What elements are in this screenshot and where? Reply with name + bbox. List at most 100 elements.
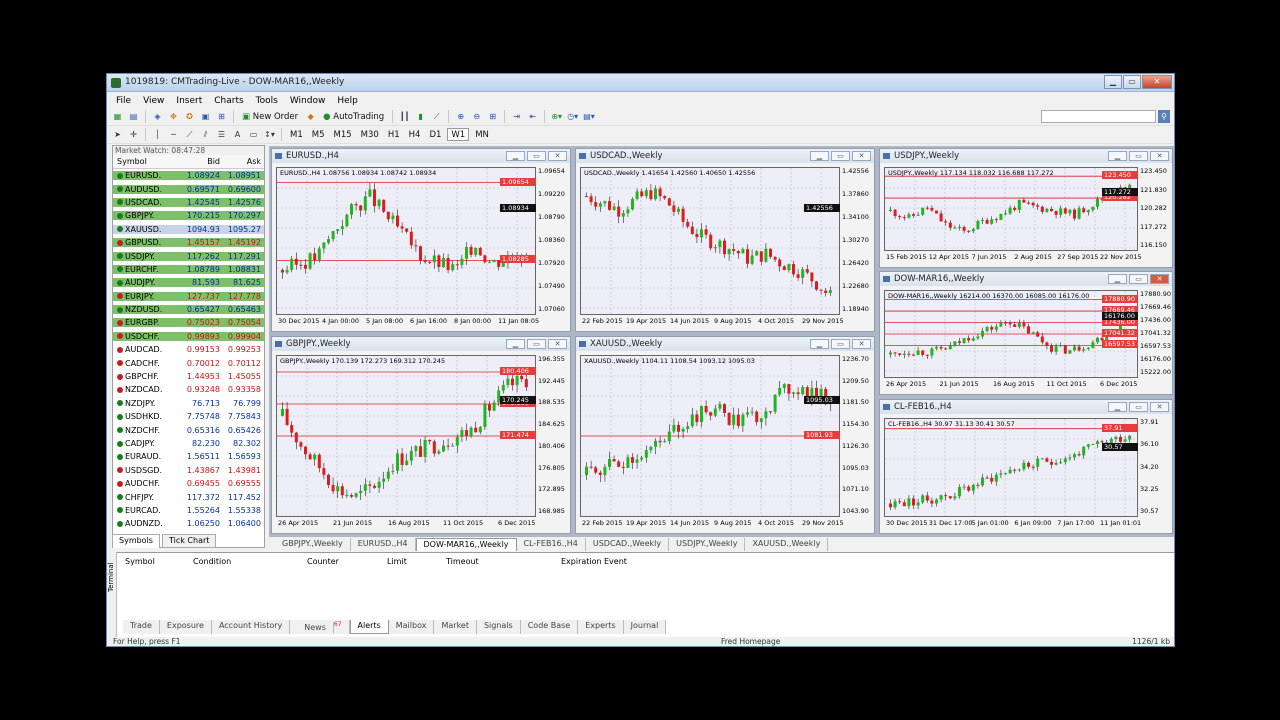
market-watch-row[interactable]: AUDCAD. 0.99153 0.99253 (113, 343, 264, 356)
chart-maximize-button[interactable]: ▭ (1129, 274, 1148, 284)
chart-window[interactable]: DOW-MAR16,,Weekly ▁ ▭ ✕ DOW-MAR16,,Weekly … (879, 271, 1173, 395)
market-watch-row[interactable]: EURCHF. 1.08789 1.08831 (113, 263, 264, 276)
tf-w1[interactable]: W1 (447, 128, 470, 141)
chart-minimize-button[interactable]: ▁ (810, 151, 829, 161)
market-watch-row[interactable]: GBPJPY. 170.215 170.297 (113, 209, 264, 222)
minimize-button[interactable]: ▁ (1104, 75, 1122, 89)
chart-minimize-button[interactable]: ▁ (506, 151, 525, 161)
chart-tab[interactable]: EURUSD.,H4 (351, 538, 416, 551)
label-icon[interactable]: ▭ (247, 128, 260, 141)
chart-close-button[interactable]: ✕ (852, 151, 871, 161)
chart-window[interactable]: GBPJPY.,Weekly ▁ ▭ ✕ GBPJPY.,Weekly 170.13… (271, 336, 571, 534)
navigator-icon[interactable]: ✪ (183, 110, 196, 123)
market-watch-row[interactable]: NZDCAD. 0.93248 0.93358 (113, 383, 264, 396)
market-watch-row[interactable]: USDJPY. 117.262 117.291 (113, 249, 264, 262)
chart-window[interactable]: USDCAD.,Weekly ▁ ▭ ✕ USDCAD.,Weekly 1.4165… (575, 148, 875, 332)
horizontal-line-icon[interactable]: ─ (167, 128, 180, 141)
chart-window[interactable]: CL-FEB16.,H4 ▁ ▭ ✕ CL-FEB16.,H4 30.97 31.1… (879, 399, 1173, 534)
term-col-timeout[interactable]: Timeout (446, 557, 479, 566)
periods-icon[interactable]: ◷▾ (566, 110, 579, 123)
trendline-icon[interactable]: ⟋ (183, 128, 196, 141)
chart-plot[interactable]: EURUSD.,H4 1.08756 1.08934 1.08742 1.089… (276, 167, 536, 315)
tf-m30[interactable]: M30 (358, 128, 382, 141)
tf-m1[interactable]: M1 (287, 128, 306, 141)
menu-file[interactable]: File (110, 96, 137, 106)
tf-m15[interactable]: M15 (331, 128, 355, 141)
chart-window[interactable]: EURUSD.,H4 ▁ ▭ ✕ EURUSD.,H4 1.08756 1.0893… (271, 148, 571, 332)
chart-tab[interactable]: USDCAD.,Weekly (586, 538, 670, 551)
col-symbol[interactable]: Symbol (113, 157, 181, 166)
market-watch-row[interactable]: EURCAD. 1.55264 1.55338 (113, 504, 264, 517)
tf-d1[interactable]: D1 (426, 128, 444, 141)
chart-close-button[interactable]: ✕ (1150, 151, 1169, 161)
market-watch-row[interactable]: EURGBP. 0.75023 0.75054 (113, 316, 264, 329)
chart-window-title[interactable]: GBPJPY.,Weekly ▁ ▭ ✕ (272, 337, 570, 351)
term-col-counter[interactable]: Counter (307, 557, 339, 566)
chart-minimize-button[interactable]: ▁ (1108, 151, 1127, 161)
tab-alerts[interactable]: Alerts (349, 620, 389, 634)
chart-plot[interactable]: XAUUSD.,Weekly 1104.11 1108.54 1093.12 1… (580, 355, 840, 517)
tf-h1[interactable]: H1 (385, 128, 403, 141)
market-watch-row[interactable]: AUDJPY. 81.593 81.625 (113, 276, 264, 289)
chart-plot[interactable]: GBPJPY.,Weekly 170.139 172.273 169.312 1… (276, 355, 536, 517)
chart-plot[interactable]: USDJPY.,Weekly 117.134 118.032 116.688 1… (884, 167, 1138, 251)
templates-icon[interactable]: ▤▾ (582, 110, 596, 123)
chart-maximize-button[interactable]: ▭ (1129, 402, 1148, 412)
chart-close-button[interactable]: ✕ (1150, 274, 1169, 284)
chart-maximize-button[interactable]: ▭ (527, 151, 546, 161)
market-watch-row[interactable]: EURAUD. 1.56511 1.56593 (113, 450, 264, 463)
chart-window-title[interactable]: USDJPY.,Weekly ▁ ▭ ✕ (880, 149, 1172, 163)
chart-window-title[interactable]: DOW-MAR16,,Weekly ▁ ▭ ✕ (880, 272, 1172, 286)
bar-chart-icon[interactable]: ┃┃ (398, 110, 411, 123)
market-watch-row[interactable]: EURJPY. 127.737 127.778 (113, 290, 264, 303)
tab-news[interactable]: News 67 (290, 620, 350, 634)
autotrading-button[interactable]: ● AutoTrading (320, 110, 387, 123)
tab-exposure[interactable]: Exposure (159, 620, 212, 634)
chart-close-button[interactable]: ✕ (1150, 402, 1169, 412)
chart-window-title[interactable]: XAUUSD.,Weekly ▁ ▭ ✕ (576, 337, 874, 351)
zoom-in-icon[interactable]: ⊕ (454, 110, 467, 123)
tab-trade[interactable]: Trade (123, 620, 160, 634)
tf-h4[interactable]: H4 (406, 128, 424, 141)
arrows-icon[interactable]: ↕▾ (263, 128, 276, 141)
market-watch-row[interactable]: NZDCHF. 0.65316 0.65426 (113, 423, 264, 436)
market-watch-row[interactable]: AUDUSD. 0.69571 0.69600 (113, 182, 264, 195)
market-watch-row[interactable]: XAUUSD. 1094.93 1095.27 (113, 223, 264, 236)
menu-help[interactable]: Help (331, 96, 364, 106)
market-watch-icon[interactable]: ◈ (151, 110, 164, 123)
tile-windows-icon[interactable]: ⊞ (486, 110, 499, 123)
tf-m5[interactable]: M5 (309, 128, 328, 141)
chart-maximize-button[interactable]: ▭ (1129, 151, 1148, 161)
chart-minimize-button[interactable]: ▁ (506, 339, 525, 349)
data-window-icon[interactable]: ✥ (167, 110, 180, 123)
term-col-symbol[interactable]: Symbol (125, 557, 155, 566)
tab-mailbox[interactable]: Mailbox (388, 620, 435, 634)
tab-account-history[interactable]: Account History (211, 620, 291, 634)
chart-window-title[interactable]: CL-FEB16.,H4 ▁ ▭ ✕ (880, 400, 1172, 414)
chart-tab[interactable]: XAUUSD.,Weekly (745, 538, 829, 551)
tab-signals[interactable]: Signals (476, 620, 521, 634)
tf-mn[interactable]: MN (472, 128, 492, 141)
auto-scroll-icon[interactable]: ⇤ (526, 110, 539, 123)
tab-journal[interactable]: Journal (623, 620, 667, 634)
chart-close-button[interactable]: ✕ (852, 339, 871, 349)
chart-tab[interactable]: CL-FEB16.,H4 (517, 538, 586, 551)
crosshair-icon[interactable]: ✛ (127, 128, 140, 141)
terminal-icon[interactable]: ▣ (199, 110, 212, 123)
tab-tick-chart[interactable]: Tick Chart (161, 534, 217, 548)
search-input[interactable] (1041, 110, 1156, 123)
chart-minimize-button[interactable]: ▁ (810, 339, 829, 349)
chart-plot[interactable]: DOW-MAR16,,Weekly 16214.00 16370.00 1608… (884, 290, 1138, 378)
market-watch-row[interactable]: CADJPY. 82.230 82.302 (113, 437, 264, 450)
chart-window[interactable]: XAUUSD.,Weekly ▁ ▭ ✕ XAUUSD.,Weekly 1104.1… (575, 336, 875, 534)
text-icon[interactable]: A (231, 128, 244, 141)
market-watch-row[interactable]: AUDNZD. 1.06250 1.06400 (113, 517, 264, 530)
chart-tab[interactable]: GBPJPY.,Weekly (275, 538, 351, 551)
chart-shift-icon[interactable]: ⇥ (510, 110, 523, 123)
market-watch-row[interactable]: USDCHF. 0.99893 0.99904 (113, 330, 264, 343)
chart-close-button[interactable]: ✕ (548, 151, 567, 161)
chart-window[interactable]: USDJPY.,Weekly ▁ ▭ ✕ USDJPY.,Weekly 117.13… (879, 148, 1173, 268)
chart-tab[interactable]: USDJPY.,Weekly (669, 538, 746, 551)
market-watch-row[interactable]: GBPCHF. 1.44953 1.45055 (113, 370, 264, 383)
market-watch-row[interactable]: CHFJPY. 117.372 117.452 (113, 490, 264, 503)
